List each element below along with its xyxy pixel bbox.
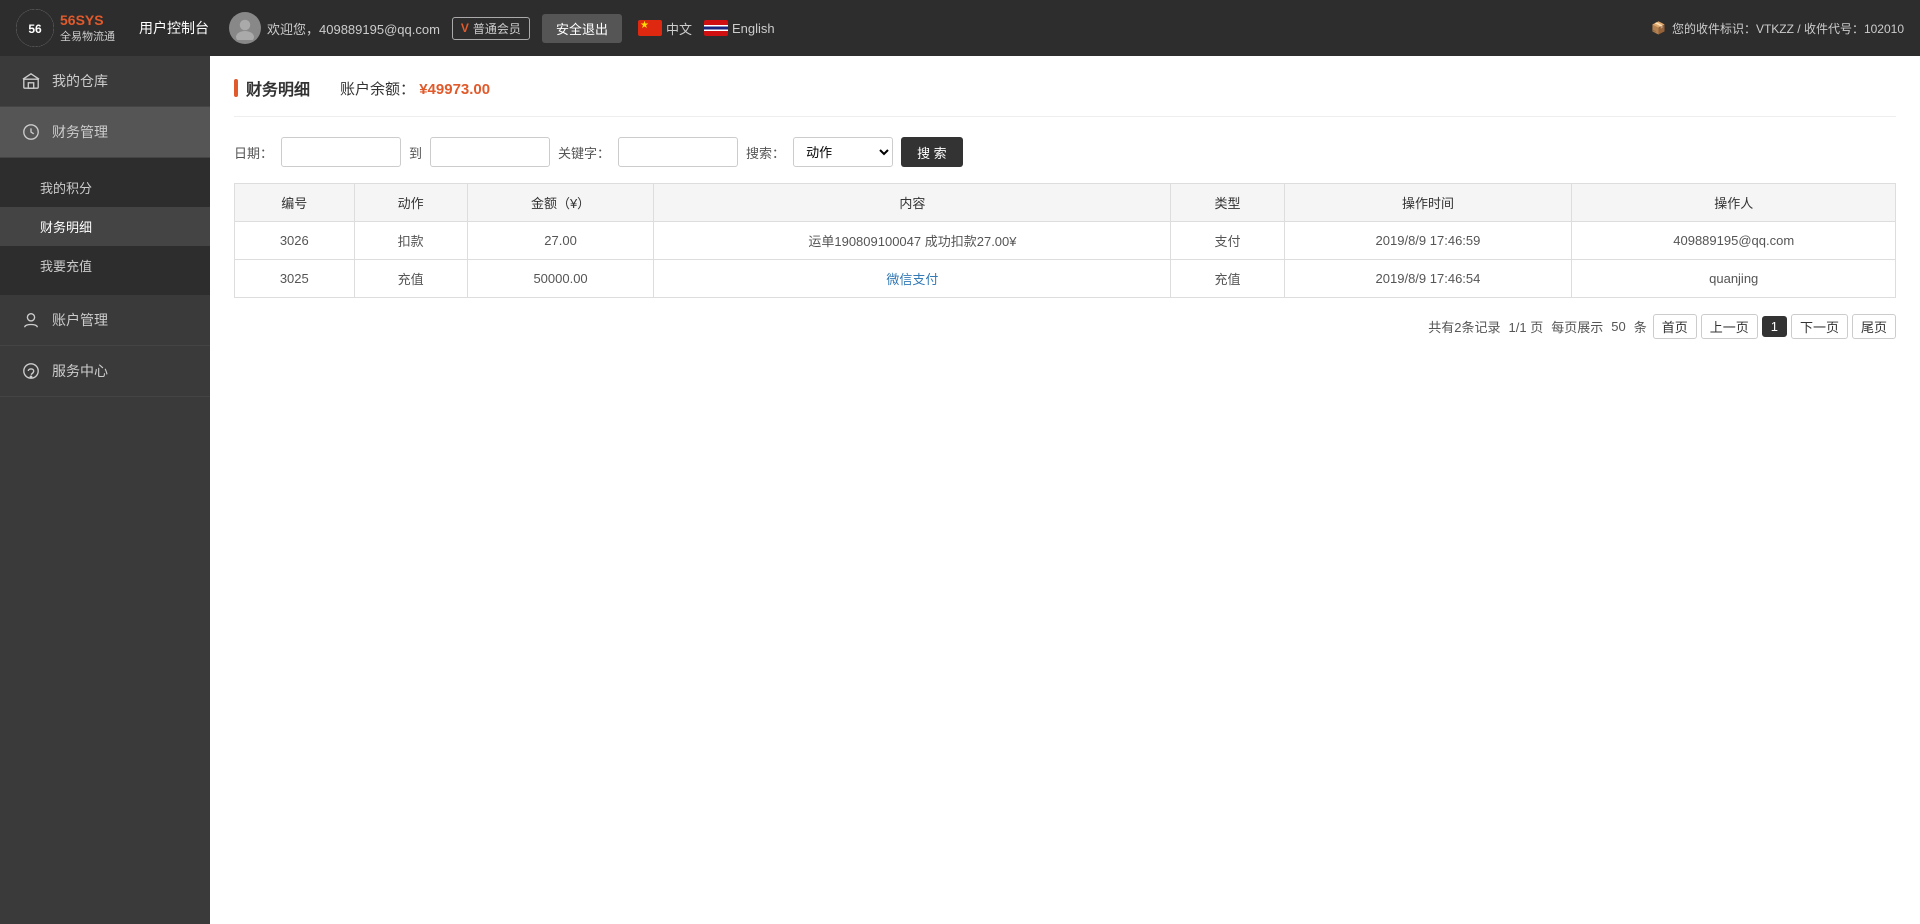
sidebar-sub-finance: 我的积分 财务明细 我要充值 [0, 158, 210, 295]
col-id: 编号 [235, 184, 355, 222]
avatar [229, 12, 261, 44]
finance-icon [20, 121, 42, 143]
balance-value: ¥49973.00 [419, 81, 490, 98]
col-operator: 操作人 [1572, 184, 1896, 222]
sidebar: 我的仓库 财务管理 我的积分 财务明细 我要充值 [0, 56, 210, 924]
cell-content[interactable]: 微信支付 [654, 260, 1171, 298]
flag-cn-icon [638, 20, 662, 36]
sidebar-item-service[interactable]: 服务中心 [0, 346, 210, 397]
first-page-button[interactable]: 首页 [1653, 314, 1697, 339]
table-row: 3026扣款27.00运单190809100047 成功扣款27.00¥支付20… [235, 222, 1896, 260]
cell-id: 3025 [235, 260, 355, 298]
receiver-icon: 📦 [1651, 21, 1666, 35]
pagination-bar: 共有2条记录 1/1 页 每页展示 50 条 首页 上一页 1 下一页 尾页 [234, 314, 1896, 339]
logo-subtext: 全易物流通 [60, 28, 115, 44]
cell-id: 3026 [235, 222, 355, 260]
balance-info: 账户余额： ¥49973.00 [340, 78, 490, 99]
sidebar-sub-recharge[interactable]: 我要充值 [0, 246, 210, 285]
sidebar-item-finance[interactable]: 财务管理 [0, 107, 210, 158]
welcome-text: 欢迎您，409889195@qq.com [267, 19, 440, 38]
cell-action: 充值 [354, 260, 467, 298]
lang-en-item[interactable]: English [704, 20, 775, 36]
keyword-label: 关键字： [558, 143, 610, 162]
member-badge: V 普通会员 [452, 17, 530, 40]
keyword-input[interactable] [618, 137, 738, 167]
warehouse-icon [20, 70, 42, 92]
total-records: 共有2条记录 [1428, 317, 1500, 336]
page-indicator: 1/1 页 [1509, 317, 1544, 336]
cell-action: 扣款 [354, 222, 467, 260]
balance-label: 账户余额： [340, 81, 415, 98]
sidebar-sub-points[interactable]: 我的积分 [0, 168, 210, 207]
sidebar-label-finance: 财务管理 [52, 122, 108, 142]
cell-content: 运单190809100047 成功扣款27.00¥ [654, 222, 1171, 260]
date-label: 日期： [234, 143, 273, 162]
svg-text:56: 56 [28, 22, 42, 36]
per-page-value: 50 [1611, 319, 1625, 334]
search-type-label: 搜索： [746, 143, 785, 162]
col-amount: 金额（¥） [467, 184, 654, 222]
per-page-unit: 条 [1634, 317, 1647, 336]
page-header: 财务明细 账户余额： ¥49973.00 [234, 76, 1896, 117]
prev-page-button[interactable]: 上一页 [1701, 314, 1758, 339]
col-action: 动作 [354, 184, 467, 222]
next-page-button[interactable]: 下一页 [1791, 314, 1848, 339]
col-type: 类型 [1171, 184, 1284, 222]
current-page-button[interactable]: 1 [1762, 316, 1787, 337]
main-content: 财务明细 账户余额： ¥49973.00 日期： 到 关键字： 搜索： 动作 内… [210, 56, 1920, 924]
receiver-info: 📦 您的收件标识：VTKZZ / 收件代号：102010 [1651, 20, 1904, 37]
sidebar-item-warehouse[interactable]: 我的仓库 [0, 56, 210, 107]
table-header-row: 编号 动作 金额（¥） 内容 类型 操作时间 操作人 [235, 184, 1896, 222]
date-start-input[interactable] [281, 137, 401, 167]
lang-zh-item[interactable]: 中文 [638, 19, 692, 38]
logo-area: 56 56SYS 全易物流通 [16, 9, 115, 47]
cell-amount: 27.00 [467, 222, 654, 260]
service-icon [20, 360, 42, 382]
language-area: 中文 English [638, 19, 787, 38]
search-button[interactable]: 搜 索 [901, 137, 963, 167]
sidebar-label-warehouse: 我的仓库 [52, 71, 108, 91]
search-bar: 日期： 到 关键字： 搜索： 动作 内容 类型 操作人 搜 索 [234, 137, 1896, 167]
search-type-select[interactable]: 动作 内容 类型 操作人 [793, 137, 893, 167]
cell-type: 充值 [1171, 260, 1284, 298]
user-control-label: 用户控制台 [139, 18, 209, 38]
finance-table: 编号 动作 金额（¥） 内容 类型 操作时间 操作人 3026扣款27.00运单… [234, 183, 1896, 298]
cell-operator: quanjing [1572, 260, 1896, 298]
sidebar-item-account[interactable]: 账户管理 [0, 295, 210, 346]
cell-time: 2019/8/9 17:46:54 [1284, 260, 1572, 298]
logo-text: 56SYS [60, 12, 115, 29]
page-title-bar: 财务明细 [234, 76, 310, 100]
logo-icon: 56 [16, 9, 54, 47]
date-end-input[interactable] [430, 137, 550, 167]
sidebar-label-service: 服务中心 [52, 361, 108, 381]
cell-amount: 50000.00 [467, 260, 654, 298]
flag-th-icon [704, 20, 728, 36]
sidebar-label-account: 账户管理 [52, 310, 108, 330]
date-separator: 到 [409, 143, 422, 162]
account-icon [20, 309, 42, 331]
cell-operator: 409889195@qq.com [1572, 222, 1896, 260]
page-title: 财务明细 [246, 76, 310, 100]
col-time: 操作时间 [1284, 184, 1572, 222]
table-row: 3025充值50000.00微信支付充值2019/8/9 17:46:54qua… [235, 260, 1896, 298]
col-content: 内容 [654, 184, 1171, 222]
cell-type: 支付 [1171, 222, 1284, 260]
layout: 我的仓库 财务管理 我的积分 财务明细 我要充值 [0, 0, 1920, 924]
last-page-button[interactable]: 尾页 [1852, 314, 1896, 339]
cell-time: 2019/8/9 17:46:59 [1284, 222, 1572, 260]
per-page-label: 每页展示 [1551, 317, 1603, 336]
sidebar-sub-finance-detail[interactable]: 财务明细 [0, 207, 210, 246]
top-navigation: 56 56SYS 全易物流通 用户控制台 欢迎您，409889195@qq.co… [0, 0, 1920, 56]
nav-user-info: 欢迎您，409889195@qq.com [229, 12, 440, 44]
logout-button[interactable]: 安全退出 [542, 14, 622, 43]
